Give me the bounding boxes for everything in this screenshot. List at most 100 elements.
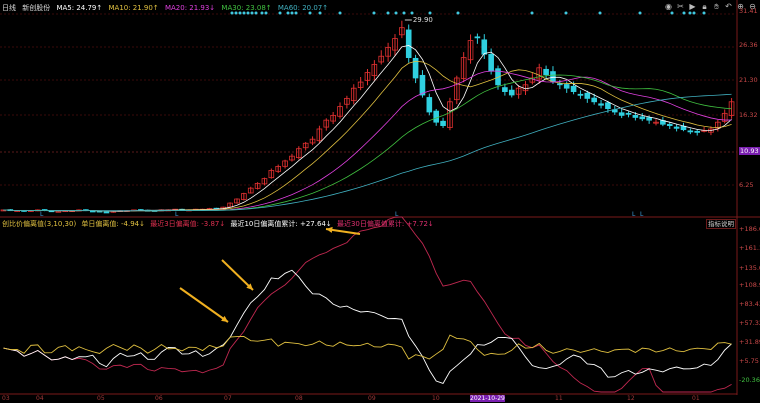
signal-dot xyxy=(564,11,568,15)
signal-dot xyxy=(308,11,312,15)
candle-body xyxy=(433,110,439,123)
signal-dot xyxy=(294,11,298,15)
signal-dot xyxy=(456,11,460,15)
signal-dot xyxy=(598,11,602,15)
candle-body xyxy=(543,68,549,75)
indicator-name: 创比价偏离值(3,10,30) xyxy=(2,220,77,228)
signal-dot xyxy=(692,11,696,15)
ind-tick: -20.36 xyxy=(739,376,760,384)
x-tick: 05 xyxy=(97,395,105,402)
x-tick: 01 xyxy=(692,395,700,402)
signal-dot xyxy=(702,11,706,15)
signal-dot xyxy=(238,11,242,15)
candle-body xyxy=(694,130,701,133)
ind-tick: +186.6 xyxy=(739,225,760,233)
signal-dot xyxy=(250,11,254,15)
ind-tick: +31.89 xyxy=(739,338,760,346)
candle-body xyxy=(550,71,556,82)
candle-body xyxy=(419,74,426,96)
x-tick: 10 xyxy=(432,395,440,402)
signal-dot xyxy=(670,11,674,15)
candle-body xyxy=(474,36,481,39)
signal-dot xyxy=(230,11,234,15)
signal-dot xyxy=(688,11,692,15)
ma20-line xyxy=(3,70,732,212)
ma60-line xyxy=(3,93,732,212)
signal-dot xyxy=(290,11,294,15)
x-tick: 04 xyxy=(36,395,44,402)
indicator-help-button[interactable]: 指标说明 xyxy=(706,219,736,229)
ind-tick: +135.0 xyxy=(739,264,760,272)
ind-tick: +108.9 xyxy=(739,281,760,289)
candle-body xyxy=(646,117,652,121)
candle-body xyxy=(508,89,515,96)
candle-body xyxy=(673,126,680,129)
candle-body xyxy=(598,103,604,106)
candle-body xyxy=(481,39,488,55)
signal-dot xyxy=(410,11,414,15)
candle-body xyxy=(440,120,446,126)
indicator-header: 创比价偏离值(3,10,30) 单日偏离值: -4.94↓ 最近3日偏离值: -… xyxy=(2,219,437,229)
annotation-arrow xyxy=(221,259,254,291)
peak-label: 29.90 xyxy=(413,16,433,24)
ind-tick: +83.43 xyxy=(739,300,760,308)
annotation-arrow xyxy=(179,287,229,323)
candle-body xyxy=(426,97,433,113)
single-day-line xyxy=(3,334,732,360)
candle-body xyxy=(687,130,694,133)
signal-dot xyxy=(254,11,258,15)
candle-body xyxy=(625,112,632,115)
candle-body xyxy=(584,92,591,99)
signal-dot xyxy=(246,11,250,15)
x-tick: 08 xyxy=(295,395,303,402)
candle-body xyxy=(577,93,584,96)
signal-dot xyxy=(638,11,642,15)
x-tick: 11 xyxy=(555,395,563,402)
signal-dot xyxy=(682,11,686,15)
signal-dot xyxy=(394,11,398,15)
recent3-value: 最近3日偏离值: -3.87↓ xyxy=(150,220,226,228)
signal-dot xyxy=(530,11,534,15)
signal-dot xyxy=(386,11,390,15)
candle-body xyxy=(632,114,639,118)
single-day-value: 单日偏离值: -4.94↓ xyxy=(81,220,145,228)
signal-dot xyxy=(428,11,432,15)
recent30-value: 最近30日偏离值累计: +7.72↓ xyxy=(336,220,434,228)
recent30-line xyxy=(3,216,732,393)
signal-dot xyxy=(234,11,238,15)
candle-body xyxy=(605,102,611,109)
ind-tick: +57.32 xyxy=(739,319,760,327)
ind-tick: +5.75 xyxy=(739,357,759,365)
x-cursor-date: 2021-10-29 xyxy=(470,395,505,402)
signal-dot xyxy=(260,11,264,15)
candle-body xyxy=(557,83,563,86)
ma30-line xyxy=(3,74,732,212)
signal-dot xyxy=(402,11,406,15)
signal-dot xyxy=(278,11,282,15)
candle-body xyxy=(502,87,508,92)
candle-body xyxy=(666,123,673,126)
signal-dot xyxy=(372,11,376,15)
ind-tick: +161.1 xyxy=(739,244,760,252)
x-tick: 09 xyxy=(368,395,376,402)
indicator-axis: +186.6 +161.1 +135.0 +108.9 +83.43 +57.3… xyxy=(737,0,760,403)
candle-body xyxy=(405,29,412,58)
signal-dot xyxy=(242,11,246,15)
x-tick: 03 xyxy=(2,395,10,402)
x-tick: 06 xyxy=(155,395,163,402)
candle-body xyxy=(563,84,570,89)
candle-body xyxy=(639,116,646,120)
signal-dot xyxy=(286,11,290,15)
signal-dot xyxy=(338,11,342,15)
signal-dot xyxy=(318,11,322,15)
x-tick: 07 xyxy=(224,395,232,402)
recent10-value: 最近10日偏离值累计: +27.64↓ xyxy=(230,220,332,228)
candle-body xyxy=(103,211,110,214)
candle-body xyxy=(591,97,597,103)
stock-chart[interactable]: 29.90L L L L L xyxy=(0,0,760,403)
candle-body xyxy=(618,112,625,116)
signal-dot xyxy=(264,11,268,15)
x-tick: 12 xyxy=(627,395,635,402)
candle-body xyxy=(570,85,577,92)
candle-body xyxy=(55,210,62,213)
